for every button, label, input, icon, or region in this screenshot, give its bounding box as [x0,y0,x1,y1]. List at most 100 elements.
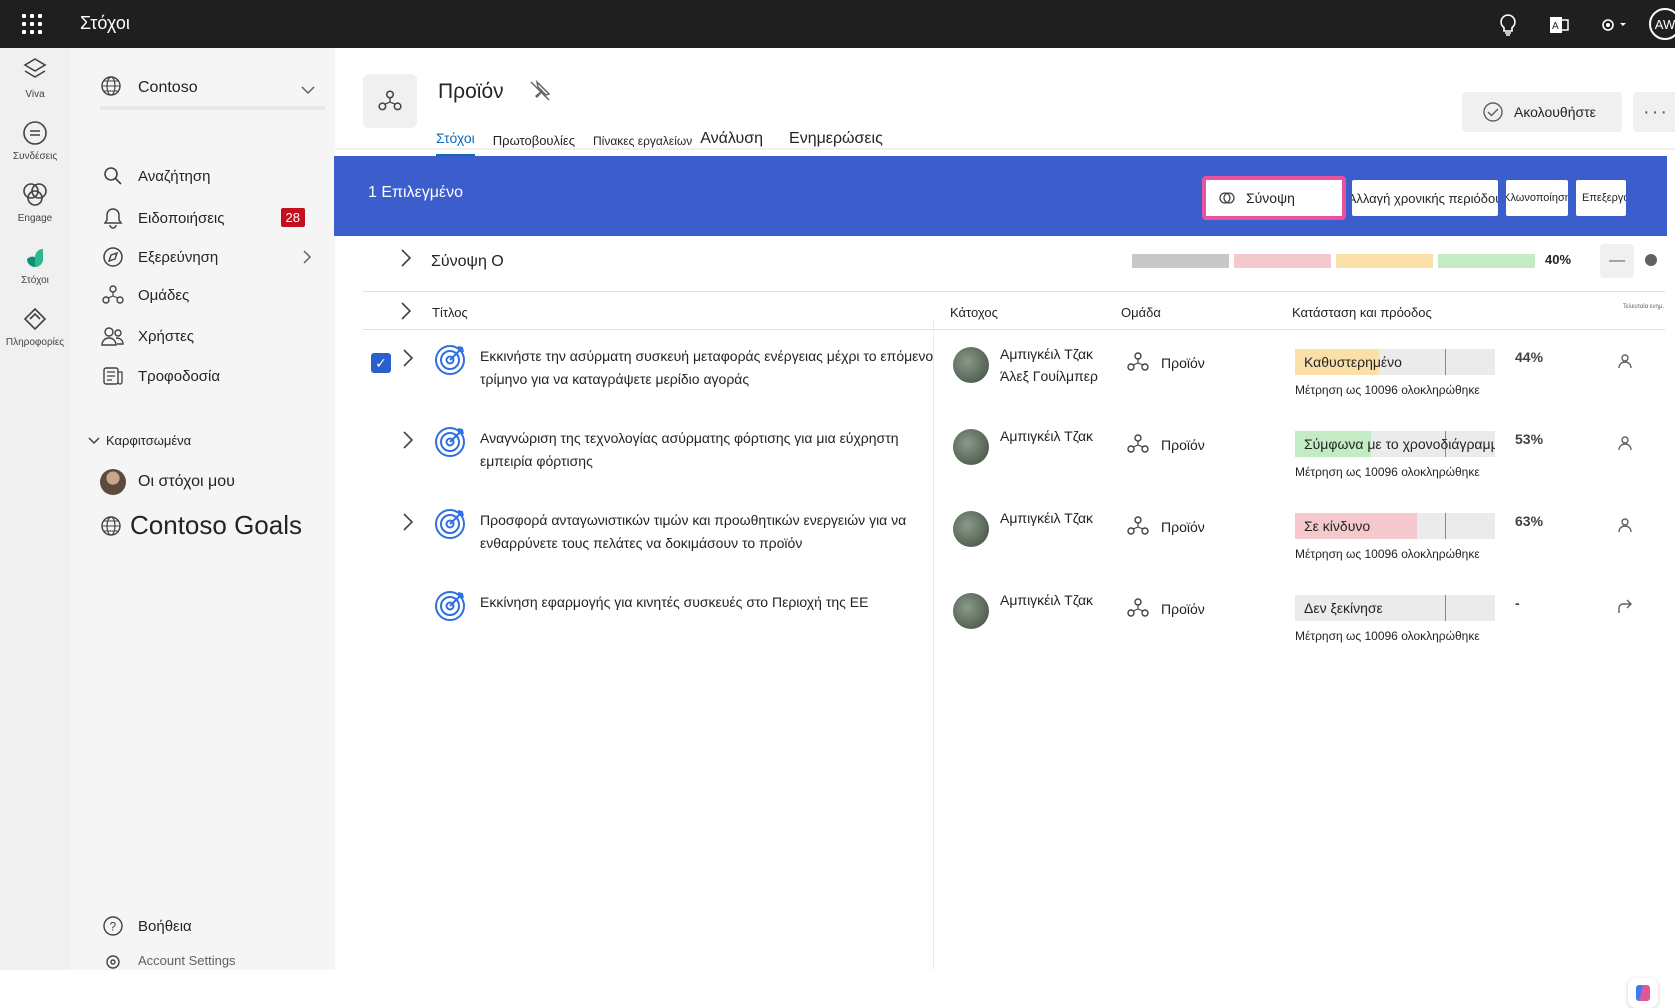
follow-button[interactable]: Ακολουθήστε [1462,92,1622,132]
tab-dashboards[interactable]: Πίνακες εργαλείων [593,134,692,156]
team-icon [1126,515,1150,539]
table-row[interactable]: Προσφορά ανταγωνιστικών τιμών και προωθη… [335,497,1675,581]
chevron-right-icon[interactable] [403,513,414,536]
pinned-item-contoso-goals[interactable]: Contoso Goals [100,510,302,541]
chevron-right-icon[interactable] [401,302,412,325]
goal-title[interactable]: Προσφορά ανταγωνιστικών τιμών και προωθη… [480,509,950,555]
tab-analysis[interactable]: Ανάλυση [700,130,763,156]
chevron-down-icon [301,82,315,100]
status-progress-bar: Σε κίνδυνο [1295,513,1495,539]
pinned-header-label: Καρφιτσωμένα [106,433,192,448]
column-header-title[interactable]: Τίτλος [432,305,468,320]
status-progress-bar: Καθυστερημένο [1295,349,1495,375]
table-row[interactable]: Αναγνώριση της τεχνολογίας ασύρματης φόρ… [335,415,1675,499]
table-row[interactable]: ✓ Εκκινήστε την ασύρματη συσκευή μεταφορά… [335,333,1675,417]
share-icon[interactable] [1617,599,1633,615]
person-icon[interactable] [1617,353,1633,369]
chevron-right-icon[interactable] [403,431,414,454]
nav-item-account-settings[interactable]: Account Settings [100,953,325,970]
unpin-icon[interactable] [528,79,554,105]
edit-button[interactable]: Επεξεργασία [1576,180,1626,216]
column-header-extra[interactable]: Τελευταία ενημ. [1623,304,1664,310]
column-header-owner[interactable]: Κάτοχος [950,305,998,320]
owner-primary: Αμπιγκέιλ Τζακ [1000,592,1094,608]
owner-secondary: Άλεξ Γουίλμπερ [1000,368,1098,384]
goal-target-icon [433,507,467,541]
goal-title[interactable]: Εκκίνηση εφαρμογής για κινητές συσκευές … [480,591,950,614]
tab-goals[interactable]: Στόχοι [436,130,475,156]
app-launcher-icon[interactable] [20,12,44,36]
target-marker [1445,513,1446,539]
rail-item-connections[interactable]: Συνδέσεις [0,118,70,162]
settings-icon[interactable] [1596,12,1630,38]
pinned-label: Οι στόχοι μου [138,473,235,490]
svg-text:?: ? [110,920,117,934]
status-label: Σύμφωνα με το χρονοδιάγραμμα [1304,436,1495,452]
column-header-team[interactable]: Ομάδα [1121,305,1161,320]
tab-updates[interactable]: Ενημερώσεις [789,130,883,156]
team-name[interactable]: Προϊόν [1161,355,1205,371]
pinned-item-my-goals[interactable]: Οι στόχοι μου [100,466,325,498]
rail-label: Πληροφορίες [5,337,65,348]
office-icon[interactable]: A [1546,12,1572,38]
table-row[interactable]: Εκκίνηση εφαρμογής για κινητές συσκευές … [335,579,1675,663]
nav-item-notifications[interactable]: Ειδοποιήσεις 28 [100,202,325,234]
nav-label: Χρήστες [138,327,194,345]
lightbulb-icon[interactable] [1495,12,1521,38]
engage-icon [20,180,50,210]
team-name[interactable]: Προϊόν [1161,519,1205,535]
nav-label: Ειδοποιήσεις [138,209,225,227]
change-period-button[interactable]: Αλλαγή χρονικής περιόδου [1352,180,1498,216]
org-switcher[interactable]: Contoso [100,70,325,110]
globe-icon [100,75,126,101]
person-icon[interactable] [1617,435,1633,451]
compass-icon [100,244,126,270]
rail-item-viva[interactable]: Viva [0,56,70,100]
nav-label: Τροφοδοσία [138,367,221,385]
goal-title[interactable]: Αναγνώριση της τεχνολογίας ασύρματης φόρ… [480,427,950,473]
info-icon[interactable] [1645,254,1657,266]
chevron-down-icon [88,436,100,444]
pinned-header[interactable]: Καρφιτσωμένα [88,433,191,448]
owner-primary: Αμπιγκέιλ Τζακ [1000,428,1094,444]
org-name: Contoso [138,79,198,96]
progress-percent: 44% [1515,349,1544,365]
search-icon [100,163,126,189]
owner-primary: Αμπιγκέιλ Τζακ [1000,346,1094,362]
owner-primary: Αμπιγκέιλ Τζακ [1000,510,1094,526]
nav-item-feed[interactable]: Τροφοδοσία [100,360,325,392]
person-icon[interactable] [1617,517,1633,533]
summary-segment [1132,254,1229,268]
rail-item-goals[interactable]: Στόχοι [0,242,70,286]
more-options-button[interactable]: ··· [1633,92,1675,132]
clone-button[interactable]: Κλωνοποίηση [1506,180,1568,216]
nav-item-search[interactable]: Αναζήτηση [100,160,325,192]
team-name[interactable]: Προϊόν [1161,437,1205,453]
team-icon [1126,433,1150,457]
collapse-button[interactable]: — [1600,244,1634,278]
bell-icon [100,205,126,231]
notification-badge: 28 [280,208,305,227]
nav-item-teams[interactable]: Ομάδες [100,279,325,311]
tab-initiatives[interactable]: Πρωτοβουλίες [493,133,575,156]
divider [335,148,1675,150]
top-bar: Στόχοι A AW [0,0,1675,48]
summary-button[interactable]: Σύνοψη [1202,176,1346,220]
row-checkbox[interactable]: ✓ [371,353,391,373]
copilot-icon[interactable] [1628,978,1658,1008]
rail-item-engage[interactable]: Engage [0,180,70,224]
chevron-right-icon[interactable] [403,349,414,372]
rail-item-insights[interactable]: Πληροφορίες [0,304,70,348]
chevron-right-icon[interactable] [401,249,412,272]
rail-label: Στόχοι [21,275,49,286]
team-name[interactable]: Προϊόν [1161,601,1205,617]
team-icon [363,74,417,128]
nav-item-explore[interactable]: Εξερεύνηση [100,241,325,273]
avatar[interactable]: AW [1649,8,1675,40]
goal-title[interactable]: Εκκινήστε την ασύρματη συσκευή μεταφοράς… [480,345,950,391]
rail-label: Engage [17,213,53,224]
summary-percent: 40% [1545,252,1572,267]
nav-item-people[interactable]: Χρήστες [100,320,325,352]
nav-item-help[interactable]: ? Βοήθεια [100,910,325,942]
column-header-status[interactable]: Κατάσταση και πρόοδος [1292,305,1432,320]
